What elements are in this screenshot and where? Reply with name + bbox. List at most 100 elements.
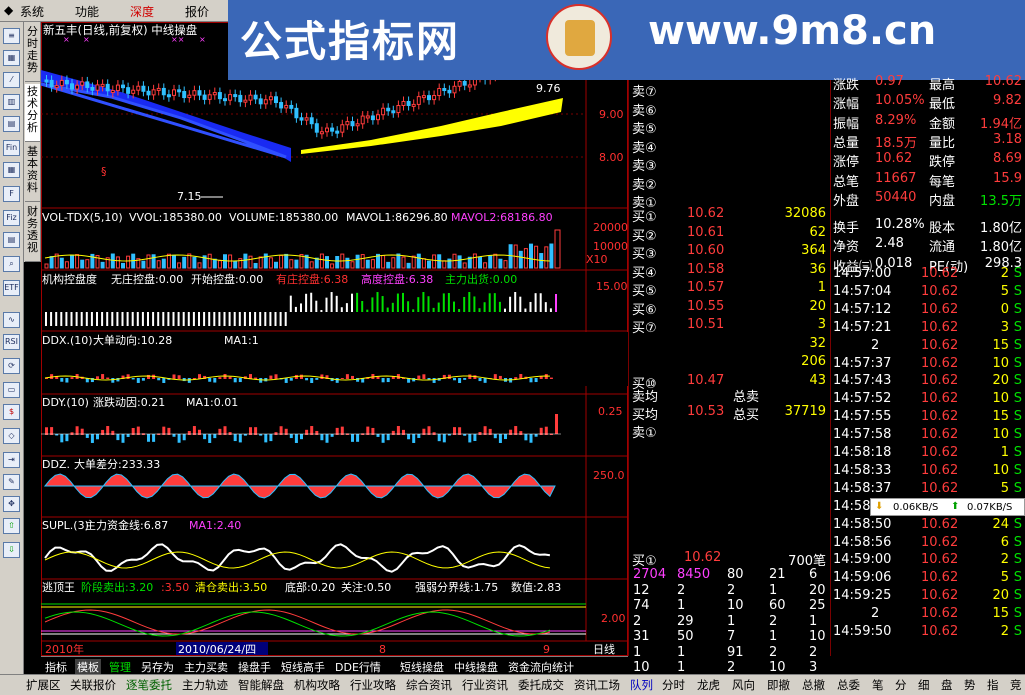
wave-icon[interactable]: ∿: [3, 312, 20, 328]
indicator-tab[interactable]: 短线高手: [279, 659, 327, 675]
f10-icon[interactable]: F: [3, 186, 20, 202]
menu-depth[interactable]: 深度: [130, 3, 154, 20]
bottom-tab[interactable]: 分时: [662, 677, 685, 693]
bottom-tab[interactable]: 智能解盘: [238, 677, 284, 693]
bottom-tab[interactable]: 行业资讯: [462, 677, 508, 693]
bottom-tab[interactable]: 逐笔委托: [126, 677, 172, 693]
bottom-tab[interactable]: 指: [987, 677, 999, 693]
tab-tech-analysis[interactable]: 技术分析: [25, 84, 40, 142]
tab-time-share[interactable]: 分时走势: [25, 24, 40, 82]
tab-basic-info[interactable]: 基本资料: [25, 144, 40, 202]
bottom-tab[interactable]: 细: [918, 677, 930, 693]
queue-cell: 2: [809, 644, 818, 660]
cell: 5: [1000, 570, 1009, 586]
cell: S: [1013, 373, 1022, 389]
fiz-icon[interactable]: Fiz: [3, 210, 20, 226]
indicator-tab[interactable]: 模板: [75, 659, 101, 675]
svg-text:2010/06/24/四: 2010/06/24/四: [178, 643, 256, 656]
cell: 15: [992, 409, 1009, 425]
buy-level-price: 10.62: [687, 206, 725, 221]
etf-icon[interactable]: ETF: [3, 280, 20, 296]
bottom-tab[interactable]: 资讯工场: [574, 677, 620, 693]
cell: S: [1013, 283, 1022, 299]
bottom-tab[interactable]: 行业攻略: [350, 677, 396, 693]
arrow-up-icon[interactable]: ⇧: [3, 518, 20, 534]
bottom-tab[interactable]: 委托成交: [518, 677, 564, 693]
tick-row: 14:57:21 10.62 3 S: [831, 320, 1025, 338]
indicator-tab[interactable]: 另存为: [139, 659, 176, 675]
bottom-tab[interactable]: 综合资讯: [406, 677, 452, 693]
svg-text:无庄控盘:0.00: 无庄控盘:0.00: [111, 272, 183, 286]
menu-system[interactable]: 系统: [20, 3, 44, 20]
chart-area[interactable]: × × ×× × § 新五丰(日线,前复权) 中线操盘 9.76 9.00 8.00 …: [40, 22, 628, 656]
indicator-tab[interactable]: 中线操盘: [452, 659, 500, 675]
cell: 14:59:00: [833, 552, 892, 568]
bottom-tab[interactable]: 总委: [837, 677, 860, 693]
cell: 1.80亿: [980, 240, 1022, 256]
tab-finance[interactable]: 财务透视: [25, 204, 40, 262]
eraser-icon[interactable]: ◇: [3, 428, 20, 444]
indicator-tab[interactable]: 短线操盘: [398, 659, 446, 675]
window-icon[interactable]: ▭: [3, 382, 20, 398]
menu-quote[interactable]: 报价: [185, 3, 209, 20]
svg-text:DDY.(10): DDY.(10): [42, 396, 89, 409]
tick-row: 14:57:52 10.62 10 S: [831, 391, 1025, 409]
indicator-tab[interactable]: DDE行情: [333, 659, 383, 675]
menu-function[interactable]: 功能: [75, 3, 99, 20]
bottom-tab[interactable]: 分: [895, 677, 907, 693]
indicator-tab[interactable]: 管理: [107, 659, 133, 675]
bottom-tab[interactable]: 笔: [872, 677, 884, 693]
indicator-tab[interactable]: 操盘手: [236, 659, 273, 675]
bottom-tab[interactable]: 扩展区: [26, 677, 61, 693]
cell: 13.5万: [980, 193, 1022, 209]
queue-cell: 10: [633, 660, 650, 675]
cell: 总买: [733, 408, 760, 423]
cell: 14:57:52: [833, 391, 892, 407]
cell: S: [1013, 266, 1022, 281]
svg-text:关注:0.50: 关注:0.50: [341, 580, 391, 594]
svg-text:MAVOL2:68186.80: MAVOL2:68186.80: [451, 211, 553, 224]
cell: 总卖: [733, 390, 760, 405]
bottom-tab[interactable]: 即撤: [767, 677, 790, 693]
bottom-tab[interactable]: 机构攻略: [294, 677, 340, 693]
arrow-down-icon[interactable]: ⇩: [3, 542, 20, 558]
report-icon[interactable]: ▤: [3, 116, 20, 132]
cell: 10.62: [921, 355, 959, 371]
doc-icon[interactable]: ▤: [3, 232, 20, 248]
bottom-tab[interactable]: 龙虎: [697, 677, 720, 693]
bottom-tab[interactable]: 势: [964, 677, 976, 693]
bottom-tab[interactable]: 总撤: [802, 677, 825, 693]
grid-icon[interactable]: ▦: [3, 50, 20, 66]
table-icon[interactable]: ▦: [3, 162, 20, 178]
line-chart-icon[interactable]: ⁄: [3, 72, 20, 88]
cell: 每笔: [929, 174, 956, 190]
queue-cell: 6: [809, 567, 818, 582]
indicator-tab[interactable]: 主力买卖: [182, 659, 230, 675]
money-icon[interactable]: $: [3, 404, 20, 420]
price-axis-9: 9.00: [599, 108, 624, 121]
refresh-icon[interactable]: ⟳: [3, 358, 20, 374]
move-icon[interactable]: ✥: [3, 496, 20, 512]
fin-icon[interactable]: Fin: [3, 140, 20, 156]
bottom-tab[interactable]: 盘: [941, 677, 953, 693]
kline-chart-svg: × × ×× × § 新五丰(日线,前复权) 中线操盘 9.76 9.00 8.00 …: [40, 22, 628, 656]
pen-icon[interactable]: ✎: [3, 474, 20, 490]
queue-cell: 3: [809, 660, 818, 675]
indicator-tab[interactable]: 指标: [43, 659, 69, 675]
indicator-tab[interactable]: 资金流向统计: [506, 659, 576, 675]
bar-chart-icon[interactable]: ▥: [3, 94, 20, 110]
cell: 总笔: [833, 174, 860, 190]
cell: 10.62: [921, 552, 959, 568]
bottom-tab[interactable]: 主力轨迹: [182, 677, 228, 693]
export-icon[interactable]: ⇥: [3, 452, 20, 468]
search-icon[interactable]: ⌕: [3, 256, 20, 272]
list-icon[interactable]: ≡: [3, 28, 20, 44]
bottom-tab[interactable]: 队列: [630, 677, 653, 693]
buy-level: 买① 10.62 32086: [629, 206, 829, 225]
bottom-tab[interactable]: 竞: [1010, 677, 1022, 693]
bottom-tab[interactable]: 关联报价: [70, 677, 116, 693]
cell: S: [1013, 427, 1022, 443]
bottom-tab[interactable]: 风向: [732, 677, 755, 693]
rsi-icon[interactable]: RSI: [3, 334, 20, 350]
queue-cell: 1: [769, 582, 778, 598]
